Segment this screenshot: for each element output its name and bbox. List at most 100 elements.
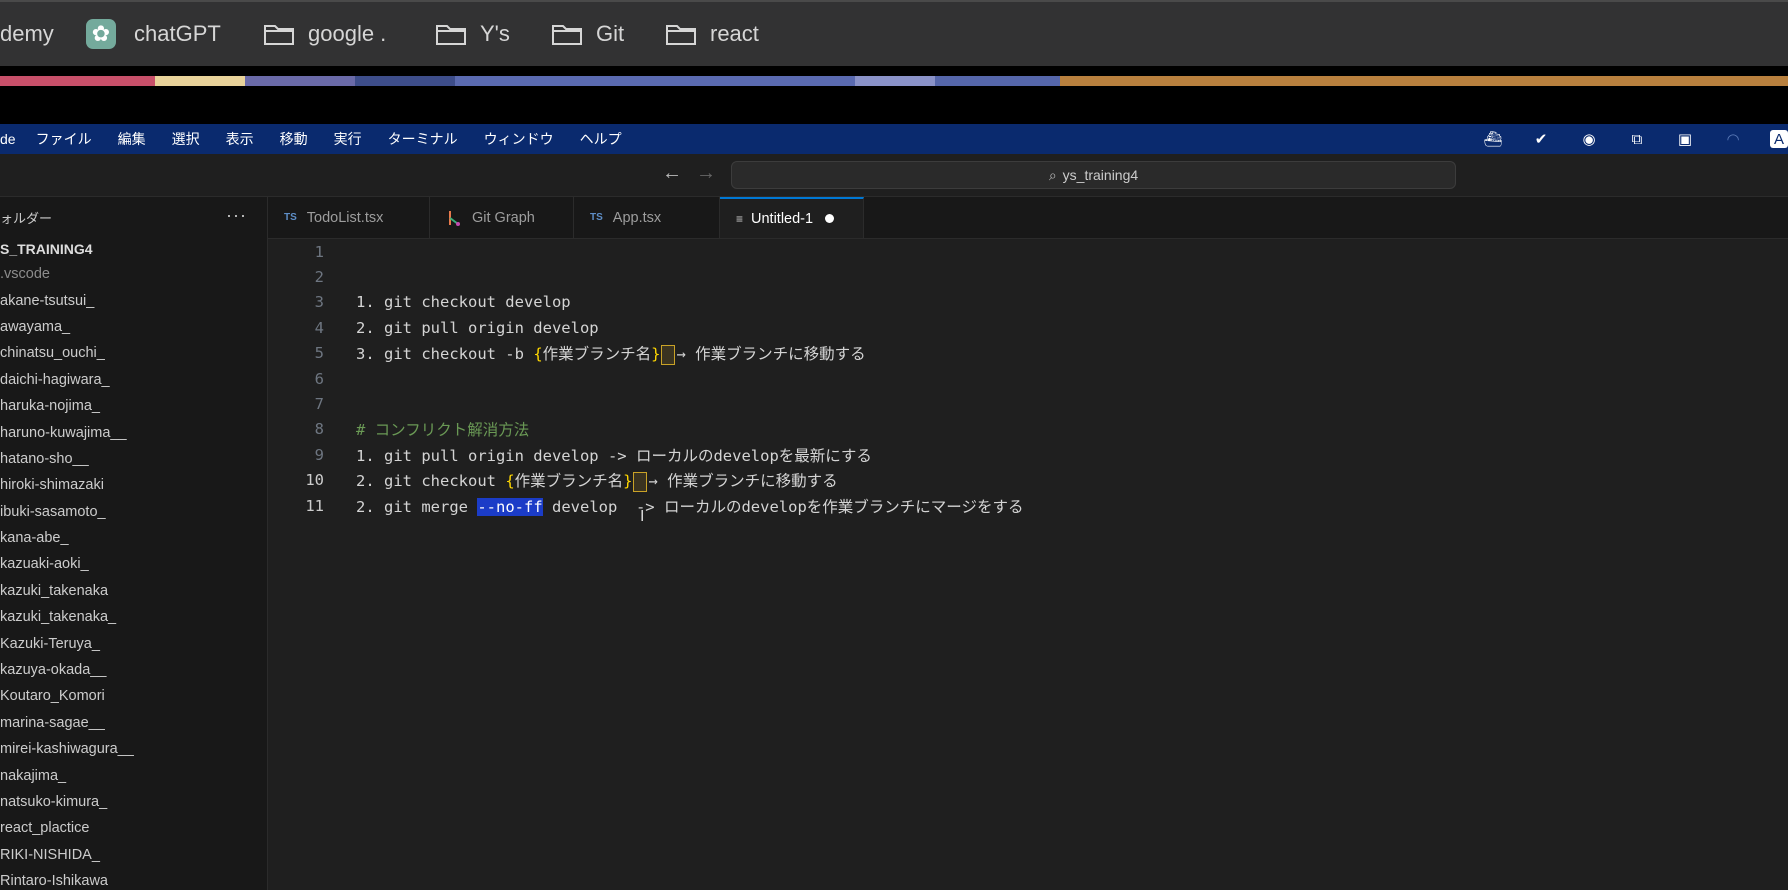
tree-item[interactable]: kazuki_takenaka: [0, 578, 267, 604]
tree-item[interactable]: kazuki_takenaka_: [0, 604, 267, 630]
tree-item[interactable]: akane-tsutsui_: [0, 287, 267, 313]
text-a-icon[interactable]: A: [1770, 130, 1788, 148]
line-number: 3: [314, 293, 324, 312]
bookmark-chatgpt[interactable]: ✿ chatGPT: [86, 14, 221, 54]
explorer-title: ォルダー: [0, 210, 53, 226]
code-line: 6: [268, 366, 1788, 391]
bookmark-label: react: [710, 21, 759, 46]
code-segment: 2. git merge: [356, 497, 478, 516]
tree-item[interactable]: Kazuki-Teruya_: [0, 630, 267, 656]
screens-icon[interactable]: ⧉: [1626, 130, 1648, 148]
tree-item[interactable]: Rintaro-Ishikawa: [0, 868, 267, 890]
menu-terminal[interactable]: ターミナル: [388, 129, 458, 149]
bookmark-ys[interactable]: Y's: [436, 14, 510, 54]
command-center-search[interactable]: ⌕ ys_training4: [731, 161, 1456, 189]
line-number: 1: [314, 242, 324, 261]
menu-view[interactable]: 表示: [226, 129, 254, 149]
bookmarks-bar: demy ✿ chatGPT google . Y's Git react: [0, 0, 1788, 66]
code-line: 8 # コンフリクト解消方法: [268, 417, 1788, 442]
project-root[interactable]: S_TRAINING4: [0, 237, 267, 261]
record-icon[interactable]: ◉: [1578, 130, 1600, 148]
menu-select[interactable]: 選択: [172, 129, 200, 149]
line-number: 8: [314, 420, 324, 439]
search-label: ys_training4: [1062, 167, 1139, 183]
code-editor[interactable]: 1 2 3 1. git checkout develop 4 2. git p…: [268, 239, 1788, 890]
tree-item[interactable]: natsuko-kimura_: [0, 789, 267, 815]
folder-icon: [436, 23, 466, 45]
line-number: 2: [314, 268, 324, 287]
tree-item[interactable]: hatano-sho__: [0, 446, 267, 472]
tree-item[interactable]: Koutaro_Komori: [0, 683, 267, 709]
tab-git-graph[interactable]: Git Graph: [430, 197, 574, 238]
line-number: 7: [314, 395, 324, 414]
menu-file[interactable]: ファイル: [36, 129, 92, 149]
tree-item[interactable]: react_plactice: [0, 815, 267, 841]
code-segment: develop -> ローカルのdevelopを作業ブランチにマージをする: [542, 497, 1024, 516]
tree-item[interactable]: daichi-hagiwara_: [0, 367, 267, 393]
code-line: 11 2. git merge --no-ff develop -> ローカルの…: [268, 493, 1788, 518]
folder-icon: [666, 23, 696, 45]
menu-bar: de ファイル 編集 選択 表示 移動 実行 ターミナル ウィンドウ ヘルプ ⛴…: [0, 124, 1788, 154]
bookmark-google[interactable]: google .: [264, 14, 386, 54]
code-line: 10 2. git checkout {作業ブランチ名} → 作業ブランチに移動す…: [268, 468, 1788, 493]
menu-go[interactable]: 移動: [280, 129, 308, 149]
tree-item[interactable]: nakajima_: [0, 762, 267, 788]
tab-app[interactable]: TS App.tsx: [574, 197, 720, 238]
bookmark-git[interactable]: Git: [552, 14, 624, 54]
code-text: 1. git pull origin develop -> ローカルのdevel…: [356, 446, 872, 465]
typescript-icon: TS: [590, 212, 603, 223]
text-cursor-icon: I: [640, 508, 645, 525]
bookmark-react[interactable]: react: [666, 14, 759, 54]
tree-item[interactable]: haruno-kuwajima__: [0, 419, 267, 445]
code-text: 3. git checkout -b {作業ブランチ名} → 作業ブランチに移動す…: [356, 342, 866, 365]
menu-edit[interactable]: 編集: [118, 129, 146, 149]
tree-item[interactable]: mirei-kashiwagura__: [0, 736, 267, 762]
tab-label: App.tsx: [612, 209, 662, 226]
menu-window[interactable]: ウィンドウ: [484, 129, 554, 149]
tree-item[interactable]: kana-abe_: [0, 525, 267, 551]
unsaved-dot-icon[interactable]: [825, 214, 835, 223]
tree-item[interactable]: chinatsu_ouchi_: [0, 340, 267, 366]
tree-item[interactable]: marina-sagae__: [0, 710, 267, 736]
code-segment: 2. git checkout: [356, 472, 506, 491]
title-bar: ← → ⌕ ys_training4: [0, 154, 1788, 197]
folder-icon: [264, 23, 294, 45]
grid-icon[interactable]: ▣: [1674, 130, 1696, 148]
forward-arrow-icon[interactable]: →: [696, 162, 716, 185]
bookmark-demy[interactable]: demy: [0, 14, 54, 54]
explorer-sidebar: ォルダー ··· S_TRAINING4 .vscode akane-tsutsu…: [0, 197, 268, 890]
code-line: 9 1. git pull origin develop -> ローカルのdev…: [268, 442, 1788, 467]
tree-item[interactable]: ibuki-sasamoto_: [0, 499, 267, 525]
code-text: 1. git checkout develop: [356, 293, 571, 312]
tree-item[interactable]: kazuaki-aoki_: [0, 551, 267, 577]
tree-item[interactable]: RIKI-NISHIDA_: [0, 842, 267, 868]
brace-token: }: [651, 345, 661, 364]
code-line: 2: [268, 264, 1788, 289]
tab-label: Git Graph: [472, 209, 535, 226]
brace-token: {: [505, 472, 515, 491]
tree-item[interactable]: .vscode: [0, 261, 267, 287]
line-number: 6: [314, 369, 324, 388]
tab-todolist[interactable]: TS TodoList.tsx: [268, 197, 430, 238]
back-arrow-icon[interactable]: ←: [662, 162, 682, 185]
tree-item[interactable]: hiroki-shimazaki: [0, 472, 267, 498]
tree-item[interactable]: kazuya-okada__: [0, 657, 267, 683]
more-actions-icon[interactable]: ···: [226, 205, 247, 226]
bookmark-label: Git: [596, 21, 625, 46]
menubar-status-icons: ⛴ ✔ ◉ ⧉ ▣ ◠ A: [1456, 124, 1788, 154]
code-segment: → 作業ブランチに移動する: [648, 472, 838, 491]
tree-item[interactable]: awayama_: [0, 314, 267, 340]
code-line: 5 3. git checkout -b {作業ブランチ名} → 作業ブランチに移…: [268, 341, 1788, 366]
wifi-icon[interactable]: ◠: [1722, 130, 1744, 148]
tab-untitled-1[interactable]: ≡ Untitled-1: [720, 197, 864, 238]
folder-icon: [552, 23, 582, 45]
code-segment: 作業ブランチ名: [514, 472, 624, 491]
tree-item[interactable]: haruka-nojima_: [0, 393, 267, 419]
menu-app[interactable]: de: [0, 131, 16, 147]
code-line: 4 2. git pull origin develop: [268, 315, 1788, 340]
bookmark-label: demy: [0, 21, 54, 46]
docker-icon[interactable]: ⛴: [1482, 130, 1504, 148]
menu-help[interactable]: ヘルプ: [580, 129, 622, 149]
menu-run[interactable]: 実行: [334, 129, 362, 149]
check-circle-icon[interactable]: ✔: [1530, 130, 1552, 148]
